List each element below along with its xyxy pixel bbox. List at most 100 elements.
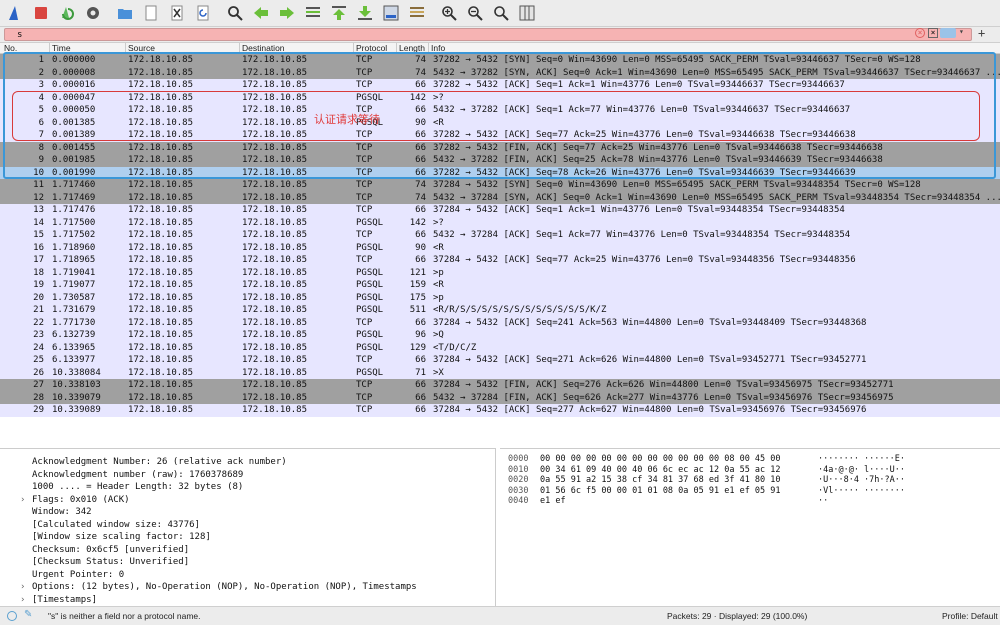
column-divider[interactable] [49,43,50,54]
bytes-offset: 0020 [508,475,529,485]
col-no-header[interactable]: No. [4,44,17,54]
go-first-icon[interactable] [328,2,350,24]
packet-len-cell: 66 [415,380,426,390]
packet-info-cell: 37284 → 5432 [ACK] Seq=241 Ack=563 Win=4… [433,317,867,328]
auto-scroll-icon[interactable] [380,2,402,24]
main-toolbar [0,0,1000,27]
bytes-offset: 0040 [508,496,529,506]
zoom-normal-icon[interactable] [490,2,512,24]
packet-row[interactable]: 23 6.132739 172.18.10.85 172.18.10.85 PGSQL 9… [0,329,1000,342]
bytes-ascii: ·· [818,496,829,506]
edit-comment-icon[interactable]: ✎ [24,609,32,620]
apply-filter-button[interactable] [940,28,956,38]
open-file-icon[interactable] [140,2,162,24]
packet-row[interactable]: 5 0.000050 172.18.10.85 172.18.10.85 TCP 66 54… [0,104,1000,117]
packet-info-cell: 5432 → 37284 [ACK] Seq=1 Ack=77 Win=4377… [433,230,851,240]
clear-filter-icon[interactable]: × [915,28,925,38]
go-to-packet-icon[interactable] [302,2,324,24]
go-forward-icon[interactable] [276,2,298,24]
packet-row[interactable]: 24 6.133965 172.18.10.85 172.18.10.85 PGSQL 1… [0,341,1000,354]
packet-row[interactable]: 27 10.338103 172.18.10.85 172.18.10.85 TCP 66… [0,379,1000,392]
packet-row[interactable]: 19 1.719077 172.18.10.85 172.18.10.85 PGSQL 1… [0,279,1000,292]
shark-fin-icon[interactable] [4,2,26,24]
packet-row[interactable]: 18 1.719041 172.18.10.85 172.18.10.85 PGSQL 1… [0,266,1000,279]
close-file-icon[interactable] [166,2,188,24]
col-length-header[interactable]: Length [399,44,425,54]
profile-label[interactable]: Profile: Default [942,611,998,621]
packet-row[interactable]: 7 0.001389 172.18.10.85 172.18.10.85 TCP 66 37… [0,129,1000,142]
packet-row[interactable]: 4 0.000047 172.18.10.85 172.18.10.85 PGSQL 14… [0,91,1000,104]
zoom-in-icon[interactable] [438,2,460,24]
bytes-line[interactable]: 0030 01 56 6c f5 00 00 01 01 08 0a 05 91 … [500,486,1000,497]
zoom-out-icon[interactable] [464,2,486,24]
detail-text: Options: (12 bytes), No-Operation (NOP),… [32,582,417,592]
expand-chevron-icon[interactable]: › [20,494,25,507]
packet-len-cell: 66 [415,317,426,328]
packet-row[interactable]: 11 1.717460 172.18.10.85 172.18.10.85 TCP 74 3… [0,179,1000,192]
go-back-icon[interactable] [250,2,272,24]
detail-text: Checksum: 0x6cf5 [unverified] [32,544,190,555]
col-time-header[interactable]: Time [52,44,71,54]
expand-chevron-icon[interactable]: › [20,581,25,594]
detail-text: [Window size scaling factor: 128] [32,532,211,542]
packet-row[interactable]: 20 1.730587 172.18.10.85 172.18.10.85 PGSQL 1… [0,291,1000,304]
display-filter-input[interactable]: s [4,28,972,41]
bytes-ascii: ·Vl····· ········ [818,485,905,496]
packet-row[interactable]: 8 0.001455 172.18.10.85 172.18.10.85 TCP 66 37… [0,141,1000,154]
bytes-hex: e1 ef [540,496,566,506]
packet-info-cell: 37282 → 5432 [FIN, ACK] Seq=77 Ack=25 Wi… [433,142,883,153]
open-folder-icon[interactable] [114,2,136,24]
packet-row[interactable]: 12 1.717469 172.18.10.85 172.18.10.85 TCP 74 5… [0,191,1000,204]
bytes-line[interactable]: 0020 0a 55 91 a2 15 38 cf 34 81 37 68 ed … [500,475,1000,486]
packet-row[interactable]: 16 1.718960 172.18.10.85 172.18.10.85 PGSQL 9… [0,241,1000,254]
col-destination-header[interactable]: Destination [242,44,285,54]
packet-row[interactable]: 29 10.339089 172.18.10.85 172.18.10.85 TCP 66… [0,404,1000,417]
column-divider[interactable] [353,43,354,54]
go-last-icon[interactable] [354,2,376,24]
packet-row[interactable]: 2 0.000008 172.18.10.85 172.18.10.85 TCP 74 54… [0,66,1000,79]
packet-len-cell: 74 [415,192,426,203]
column-divider[interactable] [125,43,126,54]
expand-chevron-icon[interactable]: › [20,594,25,607]
packet-row[interactable]: 21 1.731679 172.18.10.85 172.18.10.85 PGSQL 5… [0,304,1000,317]
packet-len-cell: 121 [409,267,426,278]
packet-row[interactable]: 28 10.339079 172.18.10.85 172.18.10.85 TCP 66… [0,391,1000,404]
stop-capture-icon[interactable] [30,2,52,24]
filter-bookmark-icon[interactable]: × [928,28,938,38]
expert-info-icon[interactable] [7,611,17,621]
packet-row[interactable]: 13 1.717476 172.18.10.85 172.18.10.85 TCP 66 3… [0,204,1000,217]
reload-icon[interactable] [192,2,214,24]
bytes-line[interactable]: 0040 e1 ef ·· [500,496,1000,507]
col-protocol-header[interactable]: Protocol [356,44,387,54]
bytes-offset: 0000 [508,454,529,464]
colorize-icon[interactable] [406,2,428,24]
packet-row[interactable]: 22 1.771730 172.18.10.85 172.18.10.85 TCP 66 3… [0,316,1000,329]
packet-info-cell: 37282 → 5432 [ACK] Seq=1 Ack=1 Win=43776… [433,80,845,90]
packet-row[interactable]: 6 0.001385 172.18.10.85 172.18.10.85 PGSQL 90… [0,116,1000,129]
filter-dropdown-icon[interactable]: ▾ [959,27,964,36]
col-source-header[interactable]: Source [128,44,155,54]
bytes-line[interactable]: 0010 00 34 61 09 40 00 40 06 6c ec ac 12 … [500,465,1000,476]
capture-options-icon[interactable] [82,2,104,24]
restart-capture-icon[interactable] [56,2,78,24]
find-icon[interactable] [224,2,246,24]
packet-row[interactable]: 10 0.001990 172.18.10.85 172.18.10.85 TCP 66 3… [0,166,1000,179]
packet-row[interactable]: 9 0.001985 172.18.10.85 172.18.10.85 TCP 66 54… [0,154,1000,167]
packet-row[interactable]: 15 1.717502 172.18.10.85 172.18.10.85 TCP 66 5… [0,229,1000,242]
packet-row[interactable]: 3 0.000016 172.18.10.85 172.18.10.85 TCP 66 37… [0,79,1000,92]
packet-row[interactable]: 17 1.718965 172.18.10.85 172.18.10.85 TCP 66 3… [0,254,1000,267]
status-message: "s" is neither a field nor a protocol na… [48,611,201,621]
bytes-line[interactable]: 0000 00 00 00 00 00 00 00 00 00 00 00 00 … [500,454,1000,465]
detail-text: [Checksum Status: Unverified] [32,557,190,567]
column-divider[interactable] [428,43,429,54]
packet-row[interactable]: 25 6.133977 172.18.10.85 172.18.10.85 TCP 66 3… [0,354,1000,367]
add-filter-button[interactable]: + [978,26,985,40]
bytes-offset: 0030 [508,485,529,496]
col-info-header[interactable]: Info [431,44,445,54]
packet-row[interactable]: 14 1.717500 172.18.10.85 172.18.10.85 PGSQL 1… [0,216,1000,229]
packet-row[interactable]: 26 10.338084 172.18.10.85 172.18.10.85 PGSQL… [0,366,1000,379]
column-divider[interactable] [239,43,240,54]
resize-columns-icon[interactable] [516,2,538,24]
packet-row[interactable]: 1 0.000000 172.18.10.85 172.18.10.85 TCP 74 37… [0,54,1000,67]
column-divider[interactable] [396,43,397,54]
